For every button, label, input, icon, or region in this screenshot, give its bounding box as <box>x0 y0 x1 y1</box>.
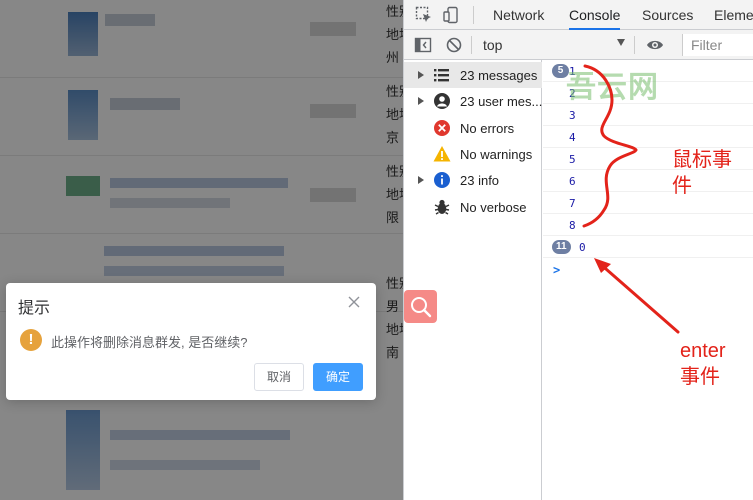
log-value: 3 <box>569 109 576 122</box>
tab-elements[interactable]: Elemer <box>714 0 753 30</box>
dialog-message: 此操作将删除消息群发, 是否继续? <box>51 335 248 350</box>
confirm-dialog: 提示 ! 此操作将删除消息群发, 是否继续? 取消 确定 <box>6 283 376 400</box>
sidebar-item-errors[interactable]: No errors <box>404 115 542 141</box>
error-icon <box>434 120 450 136</box>
tab-sources[interactable]: Sources <box>642 0 693 30</box>
cancel-button[interactable]: 取消 <box>254 363 304 391</box>
chevron-down-icon[interactable] <box>617 39 625 46</box>
user-icon <box>434 93 450 109</box>
sidebar-item-label: No errors <box>460 121 515 136</box>
sidebar-item-label: 23 messages <box>460 68 538 83</box>
tab-network[interactable]: Network <box>493 0 544 30</box>
sidebar-item-info[interactable]: 23 info <box>404 167 542 193</box>
confirm-button[interactable]: 确定 <box>313 363 363 391</box>
filter-input[interactable] <box>682 34 753 56</box>
watermark: 吾云网 <box>566 71 659 104</box>
modal-overlay[interactable] <box>0 0 403 500</box>
info-icon <box>434 172 450 188</box>
log-row: 4 <box>543 126 753 148</box>
separator <box>471 36 472 54</box>
bug-icon <box>434 199 450 215</box>
sidebar-item-label: 23 user mes... <box>460 94 543 109</box>
context-selector[interactable]: top <box>483 37 502 53</box>
sidebar-item-label: 23 info <box>460 173 500 188</box>
log-row: 3 <box>543 104 753 126</box>
sidebar-item-label: No warnings <box>460 147 533 162</box>
sidebar-item-messages[interactable]: 23 messages <box>404 62 542 88</box>
sidebar-item-label: No verbose <box>460 200 527 215</box>
console-toolbar: top <box>404 30 753 60</box>
close-icon[interactable] <box>347 295 361 309</box>
clear-console-icon[interactable] <box>445 36 463 54</box>
warning-icon <box>433 146 451 162</box>
sidebar-item-user-messages[interactable]: 23 user mes... <box>404 88 542 114</box>
log-value: 7 <box>569 197 576 210</box>
eye-icon[interactable] <box>646 36 664 54</box>
console-log: 5 1 2 3 4 5 6 7 8 11 0 > <box>543 60 753 500</box>
expand-arrow-icon[interactable] <box>418 176 424 184</box>
separator <box>473 6 474 24</box>
annotation-mouse-event: 鼠标事 件 <box>672 149 732 197</box>
expand-arrow-icon[interactable] <box>418 97 424 105</box>
list-icon <box>434 69 449 82</box>
search-icon[interactable] <box>404 290 437 323</box>
repeat-count-badge: 11 <box>552 240 571 254</box>
log-value: 4 <box>569 131 576 144</box>
log-row: 11 0 <box>543 236 753 258</box>
inspect-element-icon[interactable] <box>415 6 433 24</box>
expand-arrow-icon[interactable] <box>418 71 424 79</box>
dialog-title: 提示 <box>18 300 51 317</box>
log-value: 6 <box>569 175 576 188</box>
warning-icon: ! <box>20 329 42 351</box>
app-panel: 性别 地址 州 性别 地址 京 性别 地址 限 性别 男 地址 南 提示 ! 此… <box>0 0 403 500</box>
annotation-enter-event: enter 事件 <box>680 340 726 388</box>
sidebar-item-verbose[interactable]: No verbose <box>404 194 542 220</box>
log-value: 8 <box>569 219 576 232</box>
log-value: 5 <box>569 153 576 166</box>
search-float-button[interactable] <box>404 290 437 323</box>
log-row: 8 <box>543 214 753 236</box>
console-prompt[interactable]: > <box>553 263 560 277</box>
devtools-tabbar: Network Console Sources Elemer <box>404 0 753 30</box>
device-toolbar-icon[interactable] <box>443 6 461 24</box>
sidebar-toggle-icon[interactable] <box>414 36 432 54</box>
tab-console[interactable]: Console <box>569 0 621 30</box>
log-value: 0 <box>579 241 586 254</box>
sidebar-item-warnings[interactable]: No warnings <box>404 141 542 167</box>
console-sidebar: 23 messages 23 user mes... No errors No … <box>404 60 542 500</box>
separator <box>634 36 635 54</box>
